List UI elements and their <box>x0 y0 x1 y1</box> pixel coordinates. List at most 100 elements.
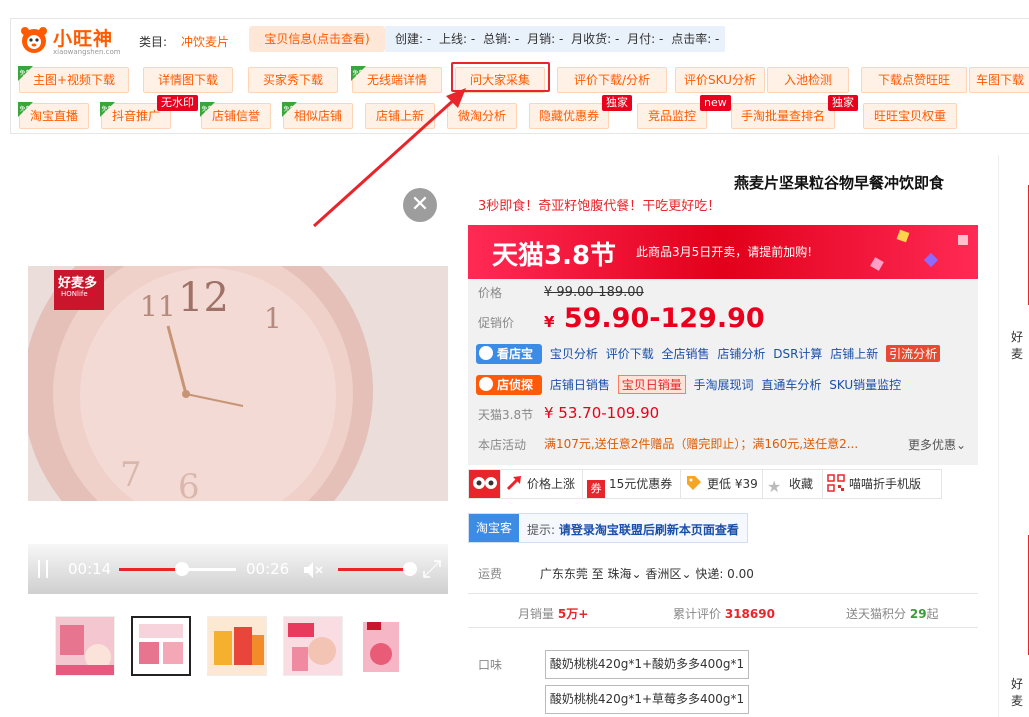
diantan-badge[interactable]: 店侦探 <box>476 375 543 395</box>
more-offers-label: 更多优惠 <box>908 438 957 452</box>
kdb-link[interactable]: DSR计算 <box>773 347 822 361</box>
fullscreen-icon[interactable] <box>422 559 442 579</box>
thumbnail[interactable] <box>283 616 343 676</box>
chevron-down-icon: ⌄ <box>681 567 692 581</box>
tool-label: 店铺信誉 <box>211 109 260 123</box>
tag-icon <box>687 476 701 490</box>
diantan-label: 店侦探 <box>497 378 534 392</box>
no-watermark-tag: 无水印 <box>157 95 198 111</box>
tool-main-image-video-download[interactable]: 免费 主图+视频下载 <box>18 66 129 93</box>
flavor-label: 口味 <box>478 658 503 672</box>
promo-label: 促销价 <box>478 316 515 330</box>
tool-batch-rank-check[interactable]: 手淘批量查排名 <box>731 103 835 129</box>
stat-ctr: 点击率: - <box>671 32 720 46</box>
tip-prefix: 提示: <box>527 523 559 537</box>
tool-shop-credit[interactable]: 免费 店铺信誉 <box>200 102 271 129</box>
pause-icon[interactable] <box>38 560 50 578</box>
action-label: 喵喵折手机版 <box>849 477 922 491</box>
free-badge: 免费 <box>351 66 366 81</box>
sku-option[interactable]: 酸奶桃桃420g*1+酸奶多多400g*1 <box>545 650 749 679</box>
taobaoke-box: 淘宝客 提示: 请登录淘宝联盟后刷新本页面查看 <box>468 513 748 543</box>
taobaoke-tag: 淘宝客 <box>469 514 519 542</box>
tool-label: 淘宝直播 <box>29 109 78 123</box>
action-label: 15元优惠券 <box>609 477 673 491</box>
red-arrow-annotation <box>312 88 466 228</box>
total-time: 00:26 <box>246 560 290 578</box>
mobile-version-button[interactable]: 喵喵折手机版 <box>823 470 943 498</box>
qrcode-icon <box>827 474 845 492</box>
thumbnail-image <box>133 618 189 674</box>
kdb-link[interactable]: 宝贝分析 <box>550 347 598 361</box>
shipping-district-select[interactable]: 香洲区⌄ <box>645 567 691 581</box>
tool-review-sku-analysis[interactable]: 评价SKU分析 <box>675 67 765 93</box>
tool-hidden-coupon[interactable]: 隐藏优惠券 <box>529 103 609 129</box>
recommend-label[interactable]: 好麦 <box>1011 328 1029 362</box>
coupon-icon: 券 <box>587 480 605 498</box>
xiaowangshen-logo[interactable]: 小旺神 xiaowangshen.com <box>19 24 134 56</box>
lower-price-button[interactable]: 更低 ¥39 <box>681 470 763 498</box>
thumbnail[interactable] <box>131 616 191 676</box>
video-brand: 好麦多 <box>58 276 98 291</box>
kdb-link[interactable]: 店铺上新 <box>830 347 878 361</box>
price-rise-button[interactable]: 价格上涨 <box>501 470 583 498</box>
thumbnail[interactable] <box>359 616 419 676</box>
traffic-analysis-link[interactable]: 引流分析 <box>886 345 941 362</box>
thumbnail-image <box>284 617 342 675</box>
metric-label: 累计评价 <box>673 607 722 621</box>
coupon-button[interactable]: 券 15元优惠券 <box>583 470 681 498</box>
kandianbao-badge[interactable]: 看店宝 <box>476 344 543 364</box>
tool-review-download-analysis[interactable]: 评价下载/分析 <box>557 67 667 93</box>
shipping-city-select[interactable]: 珠海⌄ <box>608 567 642 581</box>
original-price: ¥ 99.00-189.00 <box>544 285 644 300</box>
recommend-label[interactable]: 好麦 <box>1011 675 1029 709</box>
progress-knob[interactable] <box>175 562 190 576</box>
stat-created: 创建: - <box>395 32 432 46</box>
volume-knob[interactable] <box>403 562 417 576</box>
kdb-link[interactable]: 评价下载 <box>606 347 654 361</box>
kdb-link[interactable]: 全店销售 <box>662 347 710 361</box>
more-offers-link[interactable]: 更多优惠⌄ <box>908 436 966 453</box>
tool-download-like-wangwang[interactable]: 下载点赞旺旺 <box>861 67 967 93</box>
dt-link[interactable]: SKU销量监控 <box>829 378 901 392</box>
taobaoke-tip[interactable]: 提示: 请登录淘宝联盟后刷新本页面查看 <box>527 521 739 538</box>
sku-option[interactable]: 酸奶桃桃420g*1+草莓多多400g*1 <box>545 685 749 714</box>
thumbnail[interactable] <box>207 616 267 676</box>
tool-pool-check[interactable]: 入池检测 <box>767 67 849 93</box>
thumbnail[interactable] <box>55 616 115 676</box>
action-label: 价格上涨 <box>527 477 576 491</box>
close-video-button[interactable]: ✕ <box>403 188 437 222</box>
mascot-action-icon[interactable] <box>469 470 501 498</box>
stat-total-sales: 总销: - <box>483 32 520 46</box>
promo-currency: ¥ <box>544 313 555 331</box>
tool-detail-image-download[interactable]: 详情图下载 <box>143 67 233 93</box>
metric-label: 月销量 <box>518 607 555 621</box>
banner-text: 此商品3月5日开卖，请提前加购! <box>636 245 813 259</box>
thumbnail-image <box>208 617 266 675</box>
item-info-button[interactable]: 宝贝信息(点击查看) <box>249 26 385 52</box>
total-reviews[interactable]: 累计评价 318690 <box>673 605 775 622</box>
current-time: 00:14 <box>68 560 112 578</box>
tmall-38-banner: 天猫3.8节 此商品3月5日开卖，请提前加购! <box>468 225 978 279</box>
tool-wangwang-item-weight[interactable]: 旺旺宝贝权重 <box>863 103 957 129</box>
item-daily-sales-link[interactable]: 宝贝日销量 <box>617 375 686 394</box>
progress-fill <box>119 568 183 571</box>
shipping-from: 广东东莞 <box>539 567 588 581</box>
dt-link[interactable]: 直通车分析 <box>761 378 821 392</box>
kdb-link[interactable]: 店铺分析 <box>717 347 765 361</box>
tool-car-image-download[interactable]: 车图下载 <box>969 67 1029 93</box>
tool-label: 主图+视频下载 <box>32 73 116 87</box>
activity-label: 本店活动 <box>478 438 527 452</box>
tip-login-link[interactable]: 请登录淘宝联盟后刷新本页面查看 <box>559 523 739 537</box>
dt-link[interactable]: 手淘展现词 <box>694 378 754 392</box>
tool-taobao-live[interactable]: 免费 淘宝直播 <box>18 102 89 129</box>
favorite-button[interactable]: ★ 收藏 <box>763 470 823 498</box>
product-video[interactable]: 12 11 1 7 6 好麦多 HONlife <box>28 266 448 501</box>
stat-monthly-paid: 月付: - <box>627 32 664 46</box>
video-controls: 00:14 00:26 <box>28 544 448 594</box>
mute-icon[interactable] <box>303 561 325 579</box>
dt-link[interactable]: 店铺日销售 <box>550 378 610 392</box>
shipping-district: 香洲区 <box>645 567 682 581</box>
tool-competitor-monitor[interactable]: 竞品监控 <box>637 103 707 129</box>
confetti <box>923 252 939 268</box>
action-label: 更低 ¥39 <box>707 477 758 491</box>
